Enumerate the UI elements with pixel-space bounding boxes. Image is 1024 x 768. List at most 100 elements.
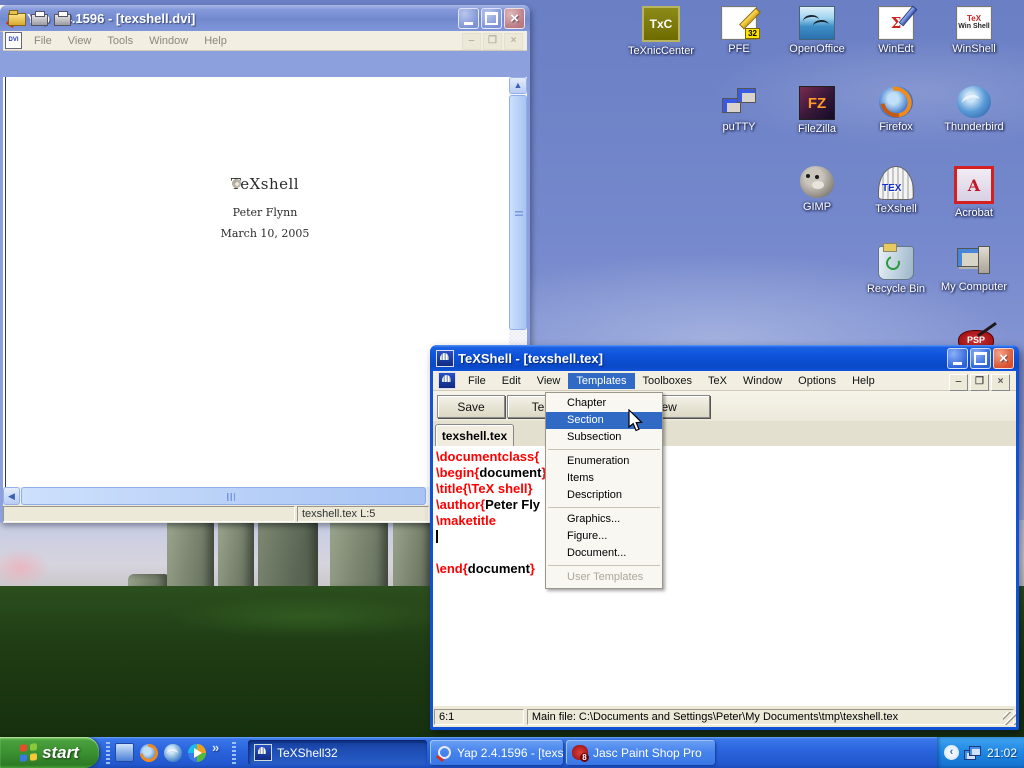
icon-glyph: TEX <box>882 183 901 194</box>
texshell-menu-tex[interactable]: TeX <box>700 373 735 389</box>
editor-line-3: \title{\TeX shell} <box>436 481 533 497</box>
firefox-quicklaunch-icon[interactable] <box>138 742 159 763</box>
yap-status-message <box>3 506 295 522</box>
stonehenge-stone <box>167 521 214 595</box>
menu-item-enumeration[interactable]: Enumeration <box>546 453 662 470</box>
scroll-up-button[interactable]: ▲ <box>509 77 527 94</box>
texshell-child-minimize-button[interactable]: ‒ <box>949 374 968 391</box>
taskbar: start » TeXShell32 Yap 2.4.1596 - [texs..… <box>0 737 1024 768</box>
texshell-menu-window[interactable]: Window <box>735 373 790 389</box>
vertical-scroll-thumb[interactable] <box>509 95 527 330</box>
menu-item-graphics[interactable]: Graphics... <box>546 511 662 528</box>
yap-menu-file[interactable]: File <box>26 33 60 49</box>
yap-child-restore-button[interactable]: ❐ <box>483 33 502 50</box>
texshell-maximize-button[interactable] <box>970 348 991 369</box>
desktop-icon-winedt[interactable]: ΣWinEdt <box>858 6 934 55</box>
yap-child-close-button[interactable]: × <box>504 33 523 50</box>
quicklaunch-overflow-chevron[interactable]: » <box>212 740 219 755</box>
start-button[interactable]: start <box>0 737 99 768</box>
yap-menu-tools[interactable]: Tools <box>99 33 141 49</box>
save-button[interactable]: Save <box>437 395 505 418</box>
quicklaunch-drag-handle[interactable] <box>106 741 110 764</box>
desktop-icon-recyclebin[interactable]: Recycle Bin <box>858 246 934 295</box>
dvi-document-content: TeXshell Peter Flynn March 10, 2005 <box>180 175 350 240</box>
texshell-toolbar: SaveTeXPreview <box>433 391 1016 422</box>
task-button-yap[interactable]: Yap 2.4.1596 - [texs... <box>430 740 563 765</box>
desktop-icon-label: OpenOffice <box>779 43 855 55</box>
tray-collapse-chevron-icon[interactable]: ‹ <box>944 745 959 760</box>
texshell-menu-options[interactable]: Options <box>790 373 844 389</box>
icon-glyph: TeXWin Shell <box>958 15 989 31</box>
desktop-icon-winshell[interactable]: TeXWin ShellWinShell <box>936 6 1012 55</box>
task-button-psp[interactable]: Jasc Paint Shop Pro <box>566 740 715 765</box>
text-caret <box>436 530 438 543</box>
taskband-drag-handle[interactable] <box>232 741 236 764</box>
desktop-icon-firefox[interactable]: Firefox <box>858 86 934 133</box>
desktop-icon-putty[interactable]: puTTY <box>701 86 777 133</box>
texshell-app-icon <box>436 350 454 367</box>
window-resize-grip[interactable] <box>1003 712 1016 725</box>
internet-explorer-quicklaunch-icon[interactable] <box>114 742 135 763</box>
texshell-minimize-button[interactable] <box>947 348 968 369</box>
texshell-child-restore-button[interactable]: ❐ <box>970 374 989 391</box>
desktop-icon-pfe[interactable]: 32 PFE <box>701 6 777 55</box>
desktop-icon-texniccenter[interactable]: TxCTeXnicCenter <box>623 6 699 57</box>
texshell-child-close-button[interactable]: × <box>991 374 1010 391</box>
yap-maximize-button[interactable] <box>481 8 502 29</box>
texshell-menu-view[interactable]: View <box>529 373 569 389</box>
yap-titlebar[interactable]: Yap 2.4.1596 - [texshell.dvi] × <box>0 5 530 31</box>
editor-line-5: \maketitle <box>436 513 496 529</box>
winshell-icon: TeXWin Shell <box>956 6 992 40</box>
texshell-menu-toolboxes[interactable]: Toolboxes <box>635 373 701 389</box>
texshell-menu-templates[interactable]: Templates <box>568 373 634 389</box>
horizontal-scroll-thumb[interactable] <box>21 487 426 505</box>
menu-item-figure[interactable]: Figure... <box>546 528 662 545</box>
mouse-cursor <box>627 409 644 436</box>
menu-item-description[interactable]: Description <box>546 487 662 504</box>
desktop-icon-label: Firefox <box>858 121 934 133</box>
icon-glyph: TxC <box>650 17 673 31</box>
menu-item-section[interactable]: Section <box>546 412 662 429</box>
yap-menu-view[interactable]: View <box>60 33 100 49</box>
yap-menu-help[interactable]: Help <box>196 33 235 49</box>
texshell-menu-help[interactable]: Help <box>844 373 883 389</box>
filezilla-icon: FZ <box>799 86 835 120</box>
menu-item-items[interactable]: Items <box>546 470 662 487</box>
desktop-icon-mycomputer[interactable]: My Computer <box>936 246 1012 293</box>
texshell-titlebar[interactable]: TeXShell - [texshell.tex] × <box>430 345 1019 371</box>
menu-item-subsection[interactable]: Subsection <box>546 429 662 446</box>
yap-child-minimize-button[interactable]: ‒ <box>462 33 481 50</box>
yap-minimize-button[interactable] <box>458 8 479 29</box>
psp-task-icon <box>572 745 588 760</box>
network-status-icon[interactable] <box>964 746 981 760</box>
editor-line-2: \begin{document} <box>436 465 547 481</box>
texshell-menu-file[interactable]: File <box>460 373 494 389</box>
desktop-icon-gimp[interactable]: GIMP <box>779 166 855 213</box>
page-edge-line <box>5 77 6 487</box>
yap-menu-window[interactable]: Window <box>141 33 196 49</box>
task-button-texshell[interactable]: TeXShell32 <box>248 740 427 765</box>
desktop-icon-label: GIMP <box>779 201 855 213</box>
tab-texshell-tex[interactable]: texshell.tex <box>435 424 514 447</box>
texshell-close-button[interactable]: × <box>993 348 1014 369</box>
cursor-position-cell: 6:1 <box>434 709 524 725</box>
desktop-icon-openoffice[interactable]: OpenOffice <box>779 6 855 55</box>
menu-item-document[interactable]: Document... <box>546 545 662 562</box>
desktop-icon-label: PFE <box>701 43 777 55</box>
task-button-label: TeXShell32 <box>277 746 338 760</box>
texshell-statusbar: 6:1 Main file: C:\Documents and Settings… <box>433 706 1016 727</box>
thunderbird-quicklaunch-icon[interactable] <box>162 742 183 763</box>
texshell-editor[interactable]: \documentclass{\begin{document}\title{\T… <box>433 446 1016 706</box>
media-player-quicklaunch-icon[interactable] <box>186 742 207 763</box>
pfe-icon: 32 <box>721 6 757 40</box>
menu-item-chapter[interactable]: Chapter <box>546 395 662 412</box>
editor-line-1: \documentclass{ <box>436 449 539 465</box>
texshell-menu-edit[interactable]: Edit <box>494 373 529 389</box>
yap-close-button[interactable]: × <box>504 8 525 29</box>
scroll-left-button[interactable]: ◀ <box>3 487 20 505</box>
desktop-icon-filezilla[interactable]: FZFileZilla <box>779 86 855 135</box>
desktop-icon-texshell[interactable]: TEXTeXshell <box>858 166 934 215</box>
desktop-icon-thunderbird[interactable]: Thunderbird <box>936 86 1012 133</box>
desktop-icon-acrobat[interactable]: AAcrobat <box>936 166 1012 219</box>
templates-dropdown-menu: ChapterSectionSubsection EnumerationItems… <box>545 392 663 589</box>
